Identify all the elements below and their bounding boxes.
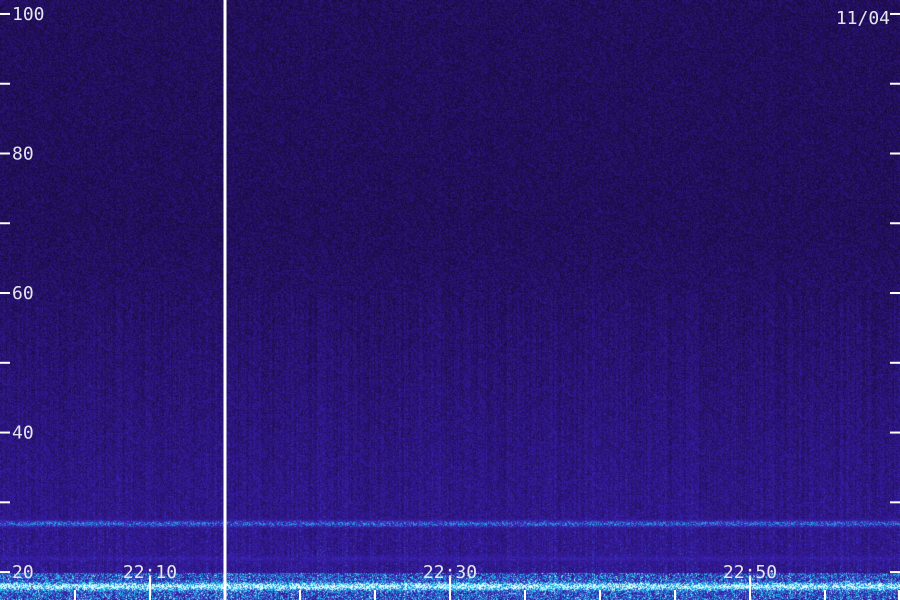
y-tick-label: 40 — [12, 423, 34, 444]
y-axis-right — [890, 12, 900, 574]
date-label: 11/04 — [836, 8, 890, 29]
spectrogram-chart: 100 80 60 40 20 22:10 22:30 22:50 11/04 — [0, 0, 900, 600]
y-tick-label: 60 — [12, 283, 34, 304]
y-tick-label: 100 — [12, 4, 45, 25]
chart-overlay: 100 80 60 40 20 22:10 22:30 22:50 11/04 — [0, 0, 900, 600]
x-tick-label: 22:50 — [723, 562, 777, 583]
y-tick-label: 80 — [12, 143, 34, 164]
x-tick-label: 22:30 — [423, 562, 477, 583]
x-axis: 22:10 22:30 22:50 — [74, 562, 900, 600]
y-tick-label: 20 — [12, 562, 34, 583]
y-axis-left: 100 80 60 40 20 — [0, 4, 45, 583]
x-tick-label: 22:10 — [123, 562, 177, 583]
